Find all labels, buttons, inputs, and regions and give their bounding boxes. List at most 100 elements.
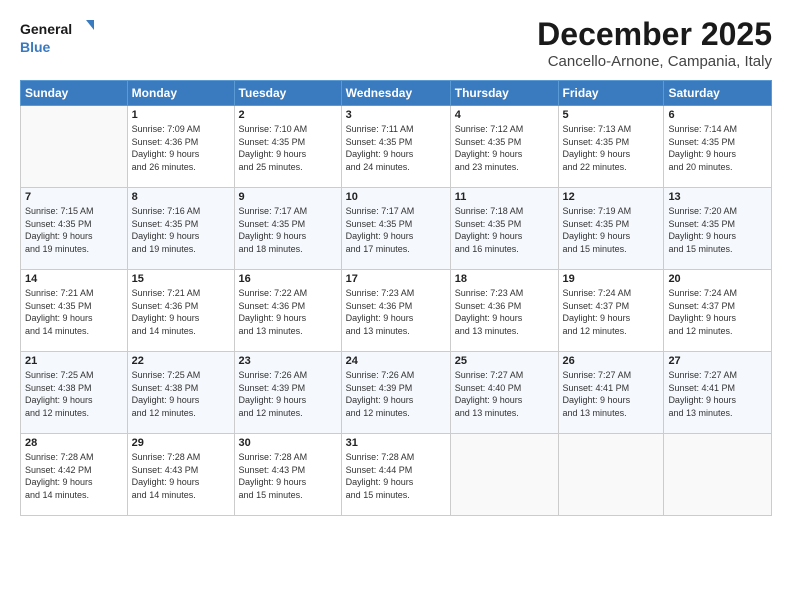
day-number: 23: [239, 355, 337, 367]
day-info: Sunrise: 7:12 AM Sunset: 4:35 PM Dayligh…: [455, 123, 554, 173]
day-number: 1: [132, 109, 230, 121]
location-title: Cancello-Arnone, Campania, Italy: [537, 53, 772, 70]
calendar-cell: 4Sunrise: 7:12 AM Sunset: 4:35 PM Daylig…: [450, 106, 558, 188]
day-info: Sunrise: 7:15 AM Sunset: 4:35 PM Dayligh…: [25, 205, 123, 255]
calendar-week-5: 28 Sunrise: 7:28 AM Sunset: 4:42 PM Dayli…: [21, 434, 772, 516]
day-number: 5: [563, 109, 660, 121]
header: General Blue December 2025 Cancello-Arno…: [20, 16, 772, 70]
day-number: 11: [455, 191, 554, 203]
day-info: Sunrise: 7:28 AM Sunset: 4:42 PM Dayligh…: [25, 451, 123, 501]
weekday-header-wednesday: Wednesday: [341, 81, 450, 106]
day-number: 10: [346, 191, 446, 203]
weekday-header-monday: Monday: [127, 81, 234, 106]
day-info: Sunrise: 7:18 AM Sunset: 4:35 PM Dayligh…: [455, 205, 554, 255]
svg-text:General: General: [20, 21, 72, 37]
title-block: December 2025 Cancello-Arnone, Campania,…: [537, 16, 772, 70]
day-info: Sunrise: 7:21 AM Sunset: 4:35 PM Dayligh…: [25, 287, 123, 337]
day-info: Sunrise: 7:28 AM Sunset: 4:43 PM Dayligh…: [239, 451, 337, 501]
weekday-header-tuesday: Tuesday: [234, 81, 341, 106]
page: General Blue December 2025 Cancello-Arno…: [0, 0, 792, 612]
logo: General Blue: [20, 16, 100, 60]
day-info: Sunrise: 7:26 AM Sunset: 4:39 PM Dayligh…: [239, 369, 337, 419]
day-number: 25: [455, 355, 554, 367]
day-info: Sunrise: 7:25 AM Sunset: 4:38 PM Dayligh…: [132, 369, 230, 419]
weekday-header-sunday: Sunday: [21, 81, 128, 106]
calendar-cell: [664, 434, 772, 516]
calendar-cell: [558, 434, 664, 516]
day-number: 19: [563, 273, 660, 285]
calendar-cell: 10 Sunrise: 7:17 AM Sunset: 4:35 PM Dayli…: [341, 188, 450, 270]
calendar-table: SundayMondayTuesdayWednesdayThursdayFrid…: [20, 80, 772, 516]
svg-text:Blue: Blue: [20, 39, 51, 55]
calendar-cell: 26 Sunrise: 7:27 AM Sunset: 4:41 PM Dayli…: [558, 352, 664, 434]
day-number: 24: [346, 355, 446, 367]
day-info: Sunrise: 7:22 AM Sunset: 4:36 PM Dayligh…: [239, 287, 337, 337]
calendar-cell: 2Sunrise: 7:10 AM Sunset: 4:35 PM Daylig…: [234, 106, 341, 188]
day-number: 7: [25, 191, 123, 203]
day-number: 16: [239, 273, 337, 285]
calendar-cell: 31Sunrise: 7:28 AM Sunset: 4:44 PM Dayli…: [341, 434, 450, 516]
day-number: 31: [346, 437, 446, 449]
month-title: December 2025: [537, 16, 772, 53]
calendar-cell: 29 Sunrise: 7:28 AM Sunset: 4:43 PM Dayli…: [127, 434, 234, 516]
calendar-cell: 11 Sunrise: 7:18 AM Sunset: 4:35 PM Dayli…: [450, 188, 558, 270]
day-info: Sunrise: 7:11 AM Sunset: 4:35 PM Dayligh…: [346, 123, 446, 173]
day-number: 3: [346, 109, 446, 121]
calendar-cell: 13 Sunrise: 7:20 AM Sunset: 4:35 PM Dayli…: [664, 188, 772, 270]
calendar-week-4: 21 Sunrise: 7:25 AM Sunset: 4:38 PM Dayli…: [21, 352, 772, 434]
weekday-header-thursday: Thursday: [450, 81, 558, 106]
day-number: 13: [668, 191, 767, 203]
day-info: Sunrise: 7:14 AM Sunset: 4:35 PM Dayligh…: [668, 123, 767, 173]
calendar-cell: 17 Sunrise: 7:23 AM Sunset: 4:36 PM Dayli…: [341, 270, 450, 352]
calendar-week-2: 7 Sunrise: 7:15 AM Sunset: 4:35 PM Daylig…: [21, 188, 772, 270]
day-number: 30: [239, 437, 337, 449]
calendar-cell: 14 Sunrise: 7:21 AM Sunset: 4:35 PM Dayli…: [21, 270, 128, 352]
calendar-cell: 22 Sunrise: 7:25 AM Sunset: 4:38 PM Dayli…: [127, 352, 234, 434]
day-info: Sunrise: 7:26 AM Sunset: 4:39 PM Dayligh…: [346, 369, 446, 419]
day-info: Sunrise: 7:24 AM Sunset: 4:37 PM Dayligh…: [563, 287, 660, 337]
day-info: Sunrise: 7:27 AM Sunset: 4:41 PM Dayligh…: [563, 369, 660, 419]
calendar-cell: [21, 106, 128, 188]
logo-svg: General Blue: [20, 16, 100, 60]
day-info: Sunrise: 7:17 AM Sunset: 4:35 PM Dayligh…: [346, 205, 446, 255]
calendar-cell: 28 Sunrise: 7:28 AM Sunset: 4:42 PM Dayli…: [21, 434, 128, 516]
day-info: Sunrise: 7:25 AM Sunset: 4:38 PM Dayligh…: [25, 369, 123, 419]
day-number: 15: [132, 273, 230, 285]
day-number: 14: [25, 273, 123, 285]
day-number: 8: [132, 191, 230, 203]
calendar-week-1: 1 Sunrise: 7:09 AM Sunset: 4:36 PM Daylig…: [21, 106, 772, 188]
day-info: Sunrise: 7:20 AM Sunset: 4:35 PM Dayligh…: [668, 205, 767, 255]
day-info: Sunrise: 7:28 AM Sunset: 4:43 PM Dayligh…: [132, 451, 230, 501]
day-info: Sunrise: 7:13 AM Sunset: 4:35 PM Dayligh…: [563, 123, 660, 173]
day-info: Sunrise: 7:27 AM Sunset: 4:41 PM Dayligh…: [668, 369, 767, 419]
day-info: Sunrise: 7:24 AM Sunset: 4:37 PM Dayligh…: [668, 287, 767, 337]
weekday-header-row: SundayMondayTuesdayWednesdayThursdayFrid…: [21, 81, 772, 106]
calendar-cell: 21 Sunrise: 7:25 AM Sunset: 4:38 PM Dayli…: [21, 352, 128, 434]
calendar-cell: 3 Sunrise: 7:11 AM Sunset: 4:35 PM Daylig…: [341, 106, 450, 188]
calendar-cell: 9Sunrise: 7:17 AM Sunset: 4:35 PM Daylig…: [234, 188, 341, 270]
day-number: 21: [25, 355, 123, 367]
day-number: 9: [239, 191, 337, 203]
day-number: 17: [346, 273, 446, 285]
day-info: Sunrise: 7:23 AM Sunset: 4:36 PM Dayligh…: [455, 287, 554, 337]
day-info: Sunrise: 7:27 AM Sunset: 4:40 PM Dayligh…: [455, 369, 554, 419]
calendar-cell: 15Sunrise: 7:21 AM Sunset: 4:36 PM Dayli…: [127, 270, 234, 352]
day-info: Sunrise: 7:10 AM Sunset: 4:35 PM Dayligh…: [239, 123, 337, 173]
calendar-cell: 5 Sunrise: 7:13 AM Sunset: 4:35 PM Daylig…: [558, 106, 664, 188]
calendar-cell: 6 Sunrise: 7:14 AM Sunset: 4:35 PM Daylig…: [664, 106, 772, 188]
day-number: 26: [563, 355, 660, 367]
day-number: 28: [25, 437, 123, 449]
calendar-cell: [450, 434, 558, 516]
day-info: Sunrise: 7:09 AM Sunset: 4:36 PM Dayligh…: [132, 123, 230, 173]
day-number: 29: [132, 437, 230, 449]
day-number: 22: [132, 355, 230, 367]
day-number: 6: [668, 109, 767, 121]
calendar-cell: 23 Sunrise: 7:26 AM Sunset: 4:39 PM Dayli…: [234, 352, 341, 434]
day-info: Sunrise: 7:19 AM Sunset: 4:35 PM Dayligh…: [563, 205, 660, 255]
weekday-header-saturday: Saturday: [664, 81, 772, 106]
day-info: Sunrise: 7:23 AM Sunset: 4:36 PM Dayligh…: [346, 287, 446, 337]
day-number: 12: [563, 191, 660, 203]
day-info: Sunrise: 7:16 AM Sunset: 4:35 PM Dayligh…: [132, 205, 230, 255]
calendar-cell: 8 Sunrise: 7:16 AM Sunset: 4:35 PM Daylig…: [127, 188, 234, 270]
calendar-week-3: 14 Sunrise: 7:21 AM Sunset: 4:35 PM Dayli…: [21, 270, 772, 352]
